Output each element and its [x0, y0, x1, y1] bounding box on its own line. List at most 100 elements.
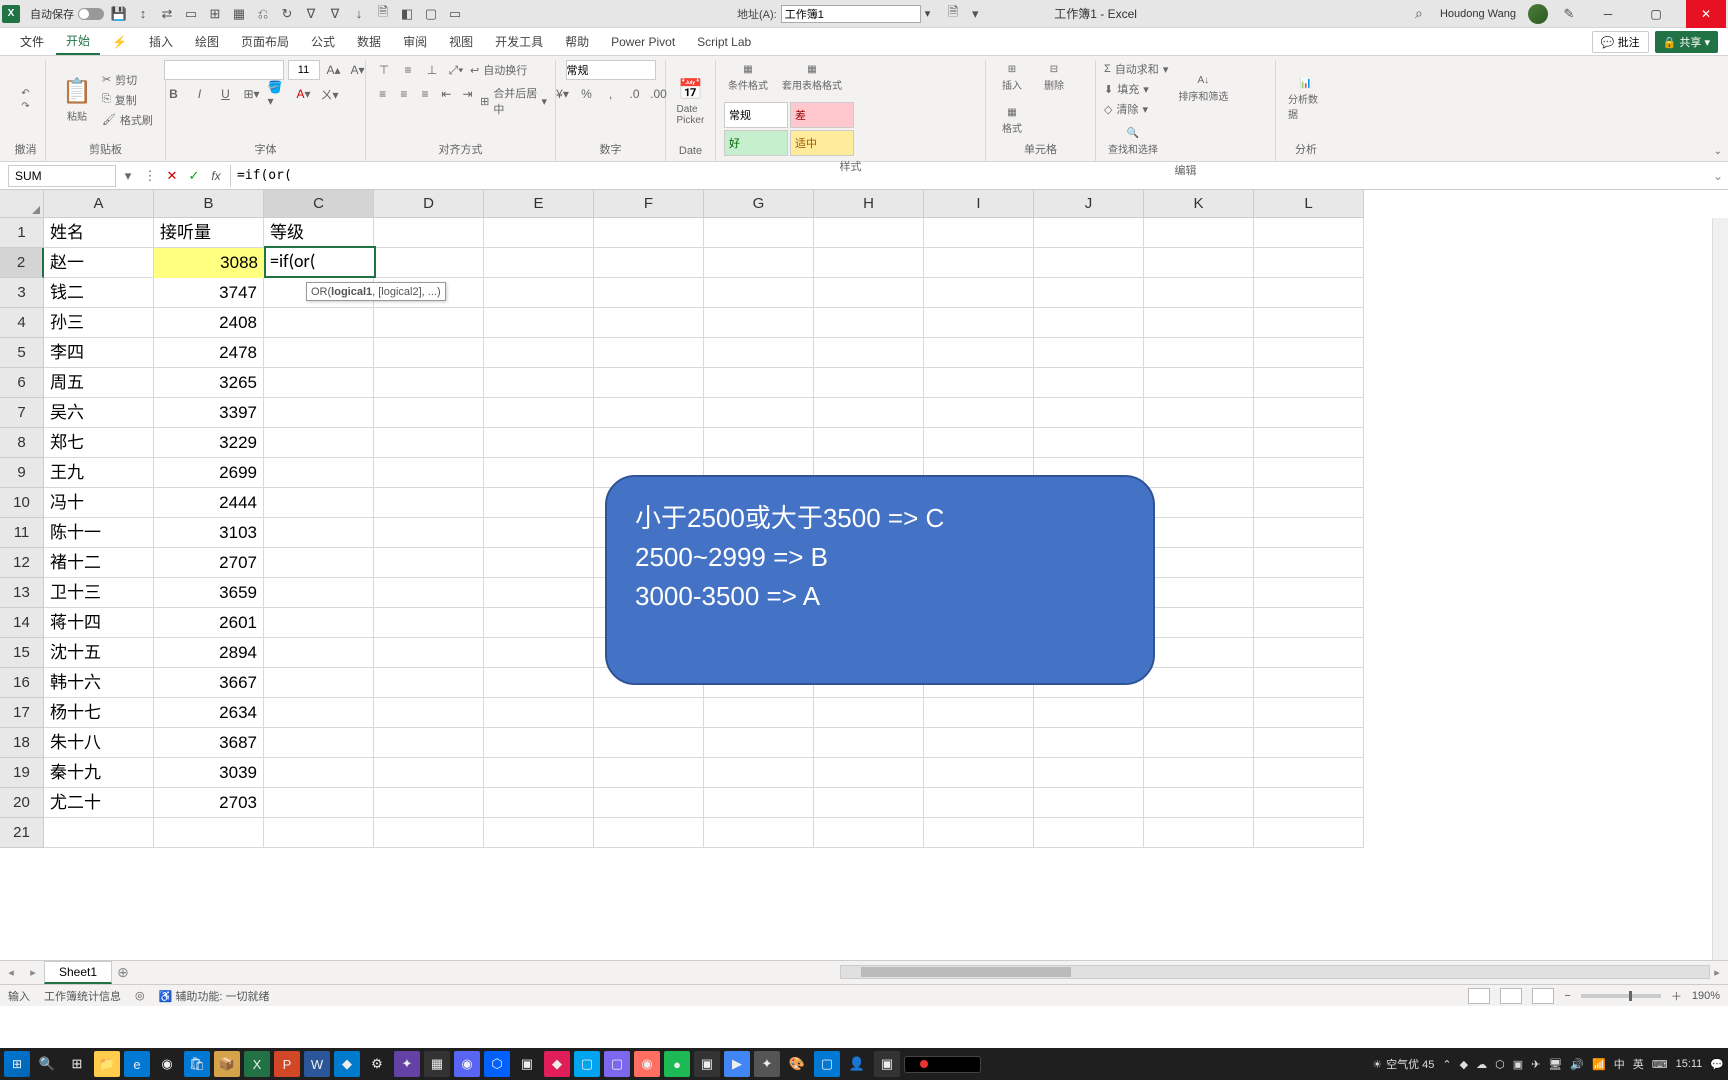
name-box-dropdown-icon[interactable]: ▾ [118, 166, 138, 186]
cell[interactable] [594, 368, 704, 398]
zoom-out-icon[interactable]: − [1564, 990, 1570, 1002]
cell[interactable]: 3265 [154, 368, 264, 398]
align-right-icon[interactable]: ≡ [416, 84, 433, 104]
explorer-icon[interactable]: 📁 [94, 1051, 120, 1077]
cell[interactable]: 吴六 [44, 398, 154, 428]
cell[interactable] [814, 368, 924, 398]
cell[interactable] [264, 368, 374, 398]
cell[interactable] [1144, 728, 1254, 758]
cell[interactable] [814, 308, 924, 338]
format-painter-button[interactable]: 🖌 格式刷 [102, 111, 153, 129]
qat-icon[interactable]: ▢ [422, 5, 440, 23]
orientation-icon[interactable]: ⤢▾ [446, 60, 466, 80]
address-dropdown-icon[interactable]: ▾ [925, 7, 931, 20]
cell[interactable]: 周五 [44, 368, 154, 398]
add-sheet-button[interactable]: ⊕ [112, 964, 134, 981]
cell[interactable] [704, 698, 814, 728]
cell[interactable] [704, 338, 814, 368]
qat-icon[interactable]: ↓ [350, 5, 368, 23]
store-icon[interactable]: 🛍 [184, 1051, 210, 1077]
qat-icon[interactable]: 🗎 [374, 5, 392, 23]
zoom-slider[interactable] [1581, 994, 1661, 998]
weather-widget[interactable]: ☀ 空气优 45 [1372, 1056, 1434, 1072]
tab-formulas[interactable]: 公式 [301, 29, 345, 54]
cell[interactable] [1254, 278, 1364, 308]
cell[interactable] [484, 248, 594, 278]
fill-button[interactable]: ⬇ 填充 ▾ [1104, 80, 1168, 98]
row-header[interactable]: 5 [0, 338, 44, 368]
row-header[interactable]: 19 [0, 758, 44, 788]
cell[interactable] [484, 218, 594, 248]
column-header[interactable]: J [1034, 190, 1144, 218]
tab-file[interactable]: 文件 [10, 29, 54, 54]
cell[interactable] [374, 428, 484, 458]
cell[interactable] [484, 518, 594, 548]
cell[interactable] [924, 728, 1034, 758]
cell[interactable] [1254, 398, 1364, 428]
cell[interactable] [484, 818, 594, 848]
app-icon[interactable]: ▣ [874, 1051, 900, 1077]
ink-icon[interactable]: ✎ [1560, 5, 1578, 23]
ime-lang1[interactable]: 中 [1614, 1056, 1625, 1072]
tray-icon[interactable]: 🖥 [1548, 1058, 1562, 1071]
date-picker-button[interactable]: 📅Date Picker [673, 73, 709, 130]
cell[interactable] [924, 218, 1034, 248]
indent-decrease-icon[interactable]: ⇤ [438, 84, 455, 104]
wrap-text-button[interactable]: ↩ 自动换行 [470, 60, 527, 80]
cell[interactable] [374, 368, 484, 398]
tab-review[interactable]: 审阅 [393, 29, 437, 54]
cell[interactable] [374, 308, 484, 338]
style-neutral[interactable]: 适中 [790, 130, 854, 156]
cell[interactable] [594, 218, 704, 248]
cell[interactable] [484, 458, 594, 488]
cell[interactable] [924, 758, 1034, 788]
cell[interactable] [814, 218, 924, 248]
cell[interactable] [1254, 308, 1364, 338]
number-format-select[interactable] [566, 60, 656, 80]
cell[interactable] [1034, 788, 1144, 818]
cell[interactable] [264, 428, 374, 458]
cell[interactable] [1034, 698, 1144, 728]
view-page-layout-icon[interactable] [1500, 988, 1522, 1004]
qat-icon[interactable]: ↕ [134, 5, 152, 23]
cell[interactable] [1254, 638, 1364, 668]
status-accessibility[interactable]: ♿ 辅助功能: 一切就绪 [159, 988, 270, 1004]
indent-increase-icon[interactable]: ⇥ [459, 84, 476, 104]
cell[interactable] [704, 278, 814, 308]
increase-decimal-icon[interactable]: .0 [625, 84, 645, 104]
row-header[interactable]: 21 [0, 818, 44, 848]
row-header[interactable]: 9 [0, 458, 44, 488]
cell[interactable]: 卫十三 [44, 578, 154, 608]
row-header[interactable]: 3 [0, 278, 44, 308]
app-icon[interactable]: ✦ [754, 1051, 780, 1077]
cell[interactable] [1144, 428, 1254, 458]
cell[interactable]: 朱十八 [44, 728, 154, 758]
cell[interactable] [264, 758, 374, 788]
autosum-button[interactable]: Σ 自动求和 ▾ [1104, 60, 1168, 78]
cut-button[interactable]: ✂ 剪切 [102, 71, 153, 89]
cell[interactable] [594, 818, 704, 848]
cell[interactable] [1254, 458, 1364, 488]
row-header[interactable]: 17 [0, 698, 44, 728]
cell[interactable] [484, 788, 594, 818]
copy-button[interactable]: ⎘ 复制 [102, 91, 153, 109]
stop-icon[interactable]: ⏹ [969, 1059, 974, 1070]
cell[interactable] [594, 338, 704, 368]
app-icon[interactable]: ⬡ [484, 1051, 510, 1077]
cell[interactable] [264, 518, 374, 548]
cell[interactable] [1144, 638, 1254, 668]
cell[interactable] [264, 788, 374, 818]
cell[interactable] [814, 248, 924, 278]
cell[interactable] [484, 758, 594, 788]
tab-page-layout[interactable]: 页面布局 [231, 29, 299, 54]
tab-draw[interactable]: 绘图 [185, 29, 229, 54]
table-format-button[interactable]: ▦套用表格格式 [778, 60, 846, 96]
column-header[interactable]: E [484, 190, 594, 218]
percent-icon[interactable]: % [577, 84, 597, 104]
task-view-icon[interactable]: ⊞ [64, 1051, 90, 1077]
cell[interactable] [594, 698, 704, 728]
column-header[interactable]: B [154, 190, 264, 218]
cell[interactable] [704, 398, 814, 428]
expand-formula-bar-icon[interactable]: ⌄ [1708, 169, 1728, 183]
cell[interactable]: 2408 [154, 308, 264, 338]
